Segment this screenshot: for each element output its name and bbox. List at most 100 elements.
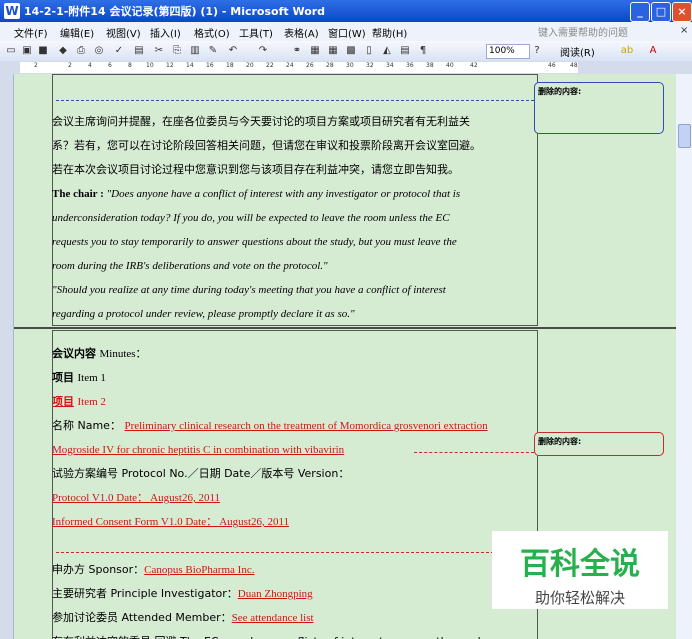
- cut-icon[interactable]: ✂: [152, 44, 166, 58]
- print-icon[interactable]: ⎙: [74, 44, 88, 58]
- ruler-number: 8: [128, 62, 132, 69]
- page1-body: 会议主席询问并提醒，在座各位委员与今天要讨论的项目方案或项目研究者有无利益关 系…: [52, 110, 481, 326]
- icf-value: Informed Consent Form V1.0 Date： August2…: [52, 516, 290, 528]
- chair-line: The chair : "Does anyone have a conflict…: [52, 182, 481, 206]
- deleted-content-balloon[interactable]: 删除的内容:: [534, 432, 664, 456]
- watermark-subtitle: 助你轻松解决: [534, 589, 625, 607]
- ruler-number: 22: [266, 62, 274, 69]
- deletion-connector: [56, 552, 534, 553]
- pi-value: Duan Zhongping: [237, 588, 313, 600]
- document-map-icon[interactable]: ▤: [398, 44, 412, 58]
- ruler-number: 46: [548, 62, 556, 69]
- word-app-icon[interactable]: W: [4, 3, 20, 19]
- member-label: 参加讨论委员 Attended Member：: [52, 611, 232, 624]
- ruler-number: 12: [166, 62, 174, 69]
- ruler-number: 2: [68, 62, 72, 69]
- english-line: requests you to stay temporarily to answ…: [52, 236, 457, 248]
- excel-icon[interactable]: ▩: [344, 44, 358, 58]
- english-line: underconsideration today? If you do, you…: [52, 212, 450, 224]
- paste-icon[interactable]: ▥: [188, 44, 202, 58]
- read-button[interactable]: 阅读(R): [560, 44, 595, 59]
- content-line: 会议内容 Minutes：: [52, 342, 500, 366]
- item2-label: 项目: [52, 395, 74, 408]
- ruler-number: 34: [386, 62, 394, 69]
- menu-close-icon[interactable]: ×: [680, 25, 688, 36]
- menu-format[interactable]: 格式(O): [194, 25, 230, 40]
- minimize-button[interactable]: _: [630, 2, 650, 22]
- highlight-icon[interactable]: ab: [620, 44, 634, 58]
- maximize-button[interactable]: □: [651, 2, 671, 22]
- balloon-title: 删除的内容:: [538, 87, 582, 96]
- spelling-icon[interactable]: ✓: [112, 44, 126, 58]
- menu-view[interactable]: 视图(V): [106, 25, 141, 40]
- new-icon[interactable]: ▭: [4, 44, 18, 58]
- save-icon[interactable]: ■: [36, 44, 50, 58]
- name-value: Preliminary clinical research on the tre…: [124, 420, 488, 432]
- ruler-number: 40: [446, 62, 454, 69]
- close-button[interactable]: ×: [672, 2, 692, 22]
- ruler-number: 4: [88, 62, 92, 69]
- chair-label: The chair :: [52, 188, 104, 200]
- ruler-number: 18: [226, 62, 234, 69]
- open-icon[interactable]: ▣: [20, 44, 34, 58]
- menu-file[interactable]: 文件(F): [14, 25, 48, 40]
- english-line: room during the IRB's deliberations and …: [52, 260, 328, 272]
- vertical-ruler[interactable]: [0, 74, 14, 639]
- columns-icon[interactable]: ▯: [362, 44, 376, 58]
- help-search-input[interactable]: 键入需要帮助的问题: [538, 24, 662, 39]
- member-line: 参加讨论委员 Attended Member：See attendance li…: [52, 606, 500, 630]
- insert-table-icon[interactable]: ▦: [326, 44, 340, 58]
- menu-insert[interactable]: 插入(I): [150, 25, 181, 40]
- vertical-scrollbar[interactable]: [676, 74, 692, 639]
- tables-borders-icon[interactable]: ▦: [308, 44, 322, 58]
- research-icon[interactable]: ▤: [132, 44, 146, 58]
- menu-table[interactable]: 表格(A): [284, 25, 319, 40]
- item1-line: 项目 Item 1: [52, 366, 500, 390]
- ruler-number: 48: [570, 62, 578, 69]
- ruler-number: 20: [246, 62, 254, 69]
- watermark-title: 百科全说: [520, 547, 640, 582]
- ruler-number: 26: [306, 62, 314, 69]
- permission-icon[interactable]: ◆: [56, 44, 70, 58]
- deleted-content-balloon[interactable]: 删除的内容:: [534, 82, 664, 134]
- undo-icon[interactable]: ↶: [226, 44, 240, 58]
- body-line: 会议主席询问并提醒，在座各位委员与今天要讨论的项目方案或项目研究者有无利益关: [52, 115, 470, 128]
- horizontal-ruler[interactable]: 2 2 4 6 8 10 12 14 16 18 20 22 24 26 28 …: [0, 61, 692, 75]
- menu-tools[interactable]: 工具(T): [239, 25, 273, 40]
- ruler-number: 2: [34, 62, 38, 69]
- chair-quote: "Does anyone have a conflict of interest…: [106, 188, 461, 200]
- name-label: 名称 Name：: [52, 419, 121, 432]
- name-line: 名称 Name： Preliminary clinical research o…: [52, 414, 500, 438]
- body-line: 系？若有，您可以在讨论阶段回答相关问题，但请您在审议和投票阶段离开会议室回避。: [52, 139, 481, 152]
- print-preview-icon[interactable]: ◎: [92, 44, 106, 58]
- page-break: [14, 327, 676, 329]
- ruler-number: 28: [326, 62, 334, 69]
- balloon-title: 删除的内容:: [538, 437, 582, 446]
- deletion-connector: [414, 452, 534, 453]
- scrollbar-thumb[interactable]: [678, 124, 691, 148]
- menu-edit[interactable]: 编辑(E): [60, 25, 94, 40]
- hyperlink-icon[interactable]: ⚭: [290, 44, 304, 58]
- help-icon[interactable]: ?: [530, 44, 544, 58]
- redo-icon[interactable]: ↷: [256, 44, 270, 58]
- drawing-icon[interactable]: ◭: [380, 44, 394, 58]
- sponsor-line: 申办方 Sponsor：Canopus BioPharma Inc.: [52, 558, 500, 582]
- ruler-number: 10: [146, 62, 154, 69]
- format-painter-icon[interactable]: ✎: [206, 44, 220, 58]
- menu-help[interactable]: 帮助(H): [372, 25, 407, 40]
- ruler-number: 42: [470, 62, 478, 69]
- show-hide-icon[interactable]: ¶: [416, 44, 430, 58]
- ruler-number: 16: [206, 62, 214, 69]
- menu-window[interactable]: 窗口(W): [328, 25, 366, 40]
- item2-line: 项目 Item 2: [52, 390, 500, 414]
- font-color-icon[interactable]: A: [646, 44, 660, 58]
- english-line: regarding a protocol under review, pleas…: [52, 308, 355, 320]
- ruler-number: 38: [426, 62, 434, 69]
- watermark-logo: 百科全说 助你轻松解决: [492, 531, 668, 609]
- item1-label: 项目: [52, 371, 74, 384]
- cut-off-line: 存在利益冲突的委员 回避 The EC members conflicts of…: [52, 630, 500, 639]
- copy-icon[interactable]: ⎘: [170, 44, 184, 58]
- name-value-cont: Mogroside IV for chronic heptitis C in c…: [52, 444, 345, 456]
- page2-body: 会议内容 Minutes： 项目 Item 1 项目 Item 2 名称 Nam…: [52, 342, 500, 639]
- zoom-select[interactable]: 100%: [486, 44, 530, 59]
